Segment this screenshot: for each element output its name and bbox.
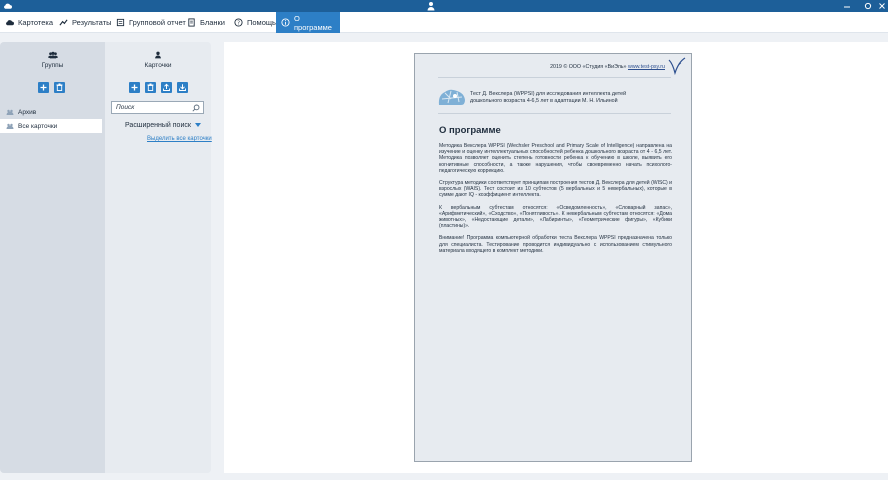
subtitle-line-2: дошкольного возраста 4-6,5 лет в адаптац…	[470, 97, 618, 104]
plus-icon	[40, 84, 47, 91]
paragraph: Структура методики соответствует принцип…	[439, 180, 673, 199]
copyright-line: 2019 © ООО «Студия «ВиЭль» www.test-psy.…	[550, 64, 665, 70]
maximize-icon[interactable]	[863, 1, 873, 11]
search-input[interactable]	[116, 104, 188, 111]
download-icon	[179, 84, 186, 91]
add-group-button[interactable]	[38, 82, 49, 93]
group-icon	[6, 123, 14, 129]
about-document: 2019 © ООО «Студия «ВиЭль» www.test-psy.…	[414, 53, 692, 462]
plus-icon	[131, 84, 138, 91]
subtitle-divider	[438, 113, 671, 114]
select-all-cards-link[interactable]: Выделить все карточки	[147, 136, 212, 142]
chart-line-icon	[59, 19, 68, 26]
menu-help[interactable]: ? Помощь	[229, 12, 281, 33]
group-icon	[6, 109, 14, 115]
paragraph: К вербальным субтестам относятся: «Освед…	[439, 204, 672, 230]
menu-blanks[interactable]: Бланки	[182, 12, 230, 33]
paragraph: Внимание! Программа компьютерной обработ…	[439, 235, 672, 254]
group-label: Архив	[18, 108, 37, 116]
export-card-button[interactable]	[161, 82, 172, 93]
close-icon[interactable]	[877, 1, 887, 11]
menu-label: Бланки	[200, 18, 225, 27]
groups-title: Группы	[41, 62, 64, 69]
website-link[interactable]: www.test-psy.ru	[628, 64, 665, 70]
users-group-icon	[47, 51, 58, 59]
advanced-search-toggle[interactable]: Расширенный поиск	[125, 122, 201, 129]
delete-group-button[interactable]	[54, 82, 65, 93]
title-bar	[0, 0, 888, 12]
menu-label: Картотека	[18, 18, 54, 27]
menu-group-report[interactable]: Групповой отчет	[111, 12, 191, 33]
blank-form-icon	[188, 18, 195, 27]
minimize-icon[interactable]	[842, 1, 852, 11]
trash-icon	[56, 83, 63, 91]
add-card-button[interactable]	[129, 82, 140, 93]
search-icon[interactable]	[192, 104, 200, 112]
document-body: Методика Векслера WPPSI (Wechsler Presch…	[439, 143, 672, 260]
menu-label: Групповой отчет	[129, 18, 186, 27]
menu-about[interactable]: О программе	[276, 12, 340, 33]
cards-title: Карточки	[144, 62, 172, 69]
caret-down-icon	[194, 123, 201, 127]
group-item-archive[interactable]: Архив	[0, 105, 102, 119]
svg-text:?: ?	[237, 21, 240, 27]
page-title: О программе	[439, 125, 501, 136]
advanced-search-label: Расширенный поиск	[125, 122, 191, 129]
header-divider	[438, 77, 671, 78]
brain-puzzle-icon	[438, 89, 465, 105]
group-label: Все карточки	[18, 122, 58, 130]
cards-header: Карточки	[105, 51, 211, 69]
studio-logo-icon	[668, 57, 686, 75]
user-icon	[155, 51, 161, 59]
menu-label: Результаты	[72, 18, 112, 27]
document-subtitle: Тест Д. Векслера (WPPSI) для исследовани…	[470, 91, 670, 104]
trash-icon	[147, 83, 154, 91]
paragraph: Методика Векслера WPPSI (Wechsler Presch…	[439, 143, 672, 174]
user-icon[interactable]	[426, 1, 436, 11]
menu-kartoteka[interactable]: Картотека	[0, 12, 58, 33]
upload-icon	[163, 83, 170, 91]
groups-column: Группы Архив Все карточки	[0, 42, 105, 473]
cloud-icon	[4, 3, 12, 9]
menu-bar: Картотека Результаты Групповой отчет Бла…	[0, 12, 888, 33]
search-field[interactable]	[111, 101, 204, 114]
menu-label: Помощь	[247, 18, 276, 27]
delete-card-button[interactable]	[145, 82, 156, 93]
groups-header: Группы	[0, 51, 105, 69]
copyright-text: 2019 © ООО «Студия «ВиЭль»	[550, 64, 627, 70]
report-icon	[116, 18, 125, 27]
group-item-all-cards[interactable]: Все карточки	[0, 119, 102, 133]
import-card-button[interactable]	[177, 82, 188, 93]
info-icon	[281, 18, 290, 27]
cloud-icon	[6, 20, 14, 26]
menu-label: О программе	[294, 13, 332, 32]
menu-results[interactable]: Результаты	[54, 12, 117, 33]
help-icon: ?	[234, 18, 243, 27]
